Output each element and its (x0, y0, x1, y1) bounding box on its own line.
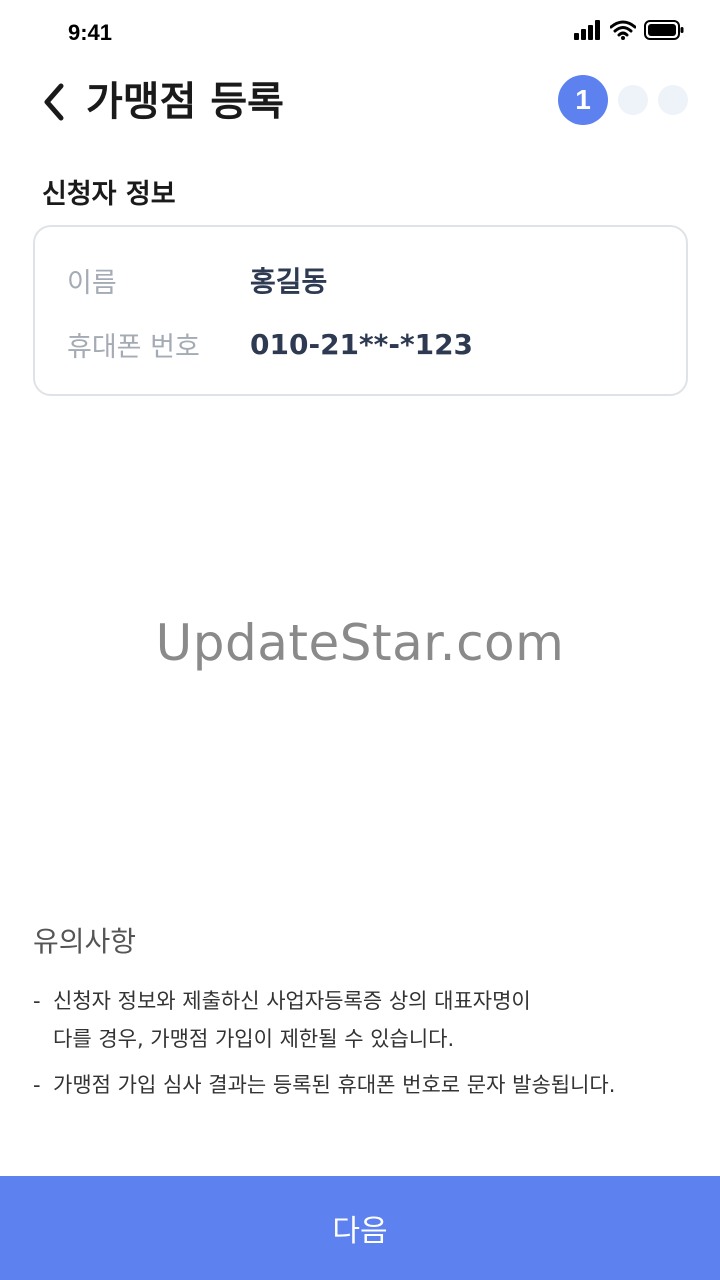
notice-dash: - (33, 989, 41, 1013)
watermark: UpdateStar.com (155, 614, 565, 672)
step-indicator: 1 (558, 75, 688, 125)
wifi-icon (610, 20, 636, 40)
step-1-indicator: 1 (558, 75, 608, 125)
chevron-left-icon (44, 83, 64, 121)
name-value: 홍길동 (250, 265, 328, 298)
battery-icon (644, 20, 684, 40)
notice-title: 유의사항 (33, 925, 137, 958)
notice-item: - 가맹점 가입 심사 결과는 등록된 휴대폰 번호로 문자 발송됩니다. (33, 1066, 693, 1104)
page-title: 가맹점 등록 (86, 79, 284, 125)
notice-item: - 신청자 정보와 제출하신 사업자등록증 상의 대표자명이 다를 경우, 가맹… (33, 982, 693, 1058)
info-row-phone: 휴대폰 번호 010-21**-*123 (67, 325, 473, 364)
notice-item-line: 신청자 정보와 제출하신 사업자등록증 상의 대표자명이 (53, 989, 531, 1013)
back-button[interactable] (30, 78, 78, 126)
applicant-info-card: 이름 홍길동 휴대폰 번호 010-21**-*123 (33, 225, 688, 396)
step-2-indicator (618, 85, 648, 115)
status-icons (574, 20, 684, 40)
notice-item-text: 가맹점 가입 심사 결과는 등록된 휴대폰 번호로 문자 발송됩니다. (53, 1066, 615, 1104)
status-time: 9:41 (68, 20, 113, 45)
next-button[interactable]: 다음 (0, 1176, 720, 1280)
signal-icon (574, 20, 600, 40)
notice-item-line: 가맹점 가입 심사 결과는 등록된 휴대폰 번호로 문자 발송됩니다. (53, 1073, 616, 1097)
notice-item-line: 다를 경우, 가맹점 가입이 제한될 수 있습니다. (53, 1027, 455, 1051)
notice-dash: - (33, 1073, 41, 1097)
section-title-applicant: 신청자 정보 (42, 179, 176, 210)
step-3-indicator (658, 85, 688, 115)
notice-item-text: 신청자 정보와 제출하신 사업자등록증 상의 대표자명이 다를 경우, 가맹점 … (53, 982, 531, 1058)
name-label: 이름 (67, 267, 117, 299)
info-row-name: 이름 홍길동 (67, 260, 327, 300)
status-bar: 9:41 (0, 0, 720, 64)
notice-section: 유의사항 - 신청자 정보와 제출하신 사업자등록증 상의 대표자명이 다를 경… (33, 920, 693, 1112)
phone-value: 010-21**-*123 (250, 328, 474, 361)
header: 가맹점 등록 1 (0, 64, 720, 144)
phone-label: 휴대폰 번호 (67, 332, 200, 363)
